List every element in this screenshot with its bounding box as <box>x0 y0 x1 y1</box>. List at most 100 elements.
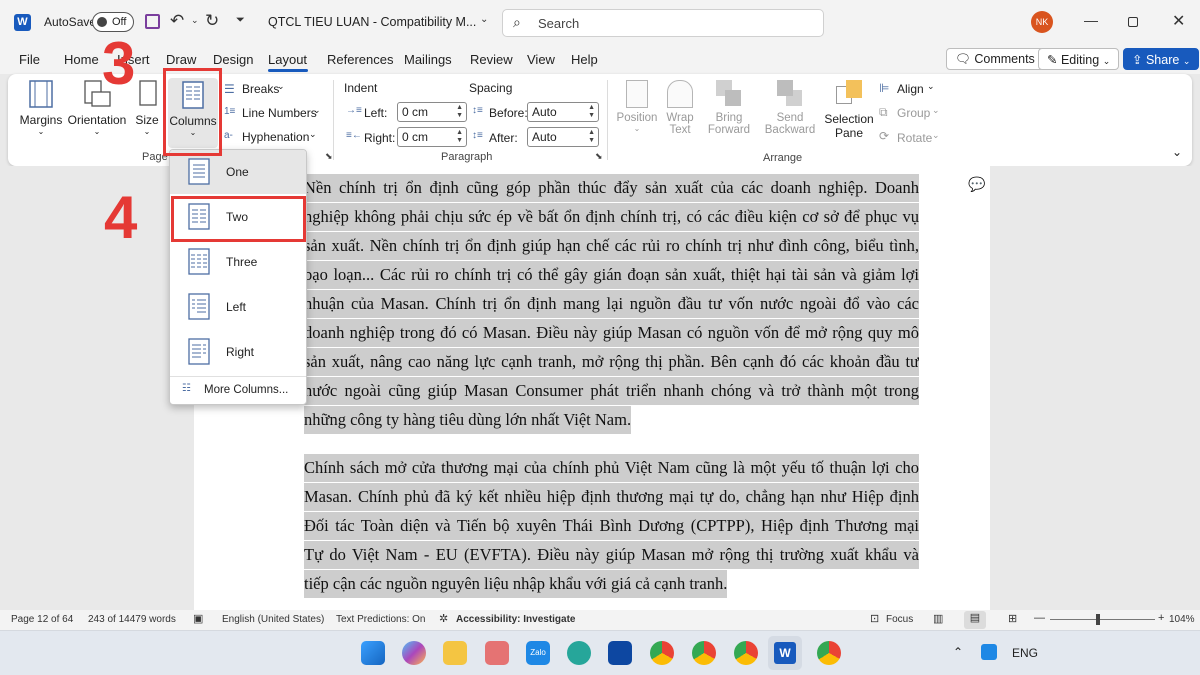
new-comment-icon[interactable]: 💬 <box>968 176 985 193</box>
bring-forward-button[interactable]: Bring Forward <box>704 80 754 136</box>
zoom-level[interactable]: 104% <box>1169 614 1195 625</box>
hyphenation-button[interactable]: Hyphenation <box>242 130 309 144</box>
tab-view[interactable]: View <box>527 52 555 67</box>
chrome-profile-3-icon[interactable] <box>734 641 758 665</box>
group-button[interactable]: Group <box>897 106 930 120</box>
ribbon-collapse-icon[interactable]: ⌄ <box>1172 145 1182 159</box>
text-line[interactable]: nước ngoài cũng giúp Masan Consumer phát… <box>304 377 919 405</box>
customize-toolbar-icon[interactable]: ⏷ <box>236 14 245 27</box>
text-line[interactable]: sản xuất. Nền chính trị ổn định giúp hạn… <box>304 232 919 260</box>
position-button[interactable]: Position ⌄ <box>614 80 660 133</box>
print-layout-icon[interactable]: ▤ <box>964 611 986 629</box>
close-icon[interactable]: ✕ <box>1172 11 1185 31</box>
spinner-icon[interactable]: ▲ ▼ <box>456 104 463 120</box>
more-columns-item[interactable]: ☷ More Columns... <box>170 378 306 404</box>
spinner-icon[interactable]: ▲ ▼ <box>456 129 463 145</box>
spacing-before-input[interactable]: Auto ▲ ▼ <box>527 102 599 122</box>
text-line[interactable]: Chính sách mở cửa thương mại của chính p… <box>304 454 919 482</box>
word-taskbar-icon[interactable]: W <box>768 636 802 670</box>
proofing-icon[interactable]: ▣ <box>193 612 203 625</box>
text-line[interactable]: Nền chính trị ổn định cũng góp phần thúc… <box>304 174 919 202</box>
comments-button[interactable]: 🗨 Comments <box>946 48 1044 70</box>
copilot-icon[interactable] <box>402 641 426 665</box>
align-button[interactable]: Align <box>897 82 924 96</box>
tab-mailings[interactable]: Mailings <box>404 52 452 67</box>
zoom-slider-thumb[interactable] <box>1096 614 1100 625</box>
save-icon[interactable] <box>145 14 160 29</box>
autosave-toggle[interactable]: Off <box>92 12 134 32</box>
text-line[interactable]: doanh nghiệp trong đó có Masan. Điều này… <box>304 319 919 347</box>
share-button[interactable]: ⇪ Share ⌄ <box>1123 48 1200 70</box>
web-layout-icon[interactable]: ⊞ <box>1008 612 1017 625</box>
focus-button[interactable]: Focus <box>886 614 913 625</box>
page-setup-launcher-icon[interactable]: ⬊ <box>325 151 333 162</box>
columns-option-left[interactable]: Left <box>170 285 306 329</box>
zalo-icon[interactable]: Zalo <box>526 641 550 665</box>
selection-pane-button[interactable]: Selection Pane <box>824 80 874 140</box>
indent-left-input[interactable]: 0 cm ▲ ▼ <box>397 102 467 122</box>
tab-file[interactable]: File <box>19 52 40 67</box>
spinner-icon[interactable]: ▲ ▼ <box>588 104 595 120</box>
breaks-button[interactable]: Breaks <box>242 82 279 96</box>
tray-chevron-icon[interactable]: ⌃ <box>953 645 963 659</box>
spinner-icon[interactable]: ▲ ▼ <box>588 129 595 145</box>
defender-icon[interactable] <box>981 644 997 660</box>
text-line[interactable]: những công ty hàng tiêu dùng lớn nhất Vi… <box>304 406 632 434</box>
text-predictions[interactable]: Text Predictions: On <box>336 614 425 625</box>
chrome-icon[interactable] <box>650 641 674 665</box>
store-icon[interactable] <box>608 641 632 665</box>
redo-icon[interactable]: ↻ <box>205 11 219 31</box>
line-numbers-button[interactable]: Line Numbers <box>242 106 317 120</box>
avatar[interactable]: NK <box>1031 11 1053 33</box>
tab-help[interactable]: Help <box>571 52 598 67</box>
minimize-icon[interactable]: — <box>1084 12 1098 28</box>
text-line[interactable]: Đối tác Toàn diện và Tiến bộ xuyên Thái … <box>304 512 919 540</box>
snipping-tool-icon[interactable] <box>485 641 509 665</box>
restore-icon[interactable] <box>1128 17 1138 27</box>
text-line[interactable]: Masan. Chính phủ đã ký kết nhiều hiệp đị… <box>304 483 919 511</box>
editing-button[interactable]: ✎ Editing ⌄ <box>1038 48 1120 70</box>
margins-button[interactable]: Margins ⌄ <box>18 80 64 136</box>
language-indicator[interactable]: English (United States) <box>222 614 324 625</box>
text-line[interactable]: sản xuất, nâng cao năng lực cạnh tranh, … <box>304 348 919 376</box>
zoom-slider[interactable] <box>1050 619 1155 620</box>
language-indicator-tray[interactable]: ENG <box>1012 646 1038 660</box>
search-box[interactable]: ⌕ Search <box>502 9 824 37</box>
zoom-out-icon[interactable]: — <box>1034 612 1045 624</box>
text-line[interactable]: bạo loạn... Các rủi ro chính trị có thể … <box>304 261 919 289</box>
rotate-button[interactable]: Rotate <box>897 131 932 145</box>
tab-layout[interactable]: Layout <box>268 52 307 67</box>
send-backward-button[interactable]: Send Backward <box>760 80 820 136</box>
spacing-after-input[interactable]: Auto ▲ ▼ <box>527 127 599 147</box>
maps-icon[interactable] <box>567 641 591 665</box>
tab-review[interactable]: Review <box>470 52 513 67</box>
tab-draw[interactable]: Draw <box>166 52 196 67</box>
chrome-profile-4-icon[interactable] <box>817 641 841 665</box>
chrome-profile-2-icon[interactable] <box>692 641 716 665</box>
text-line[interactable]: tiếp cận các nguồn nguyên liệu nhập khẩu… <box>304 570 728 598</box>
indent-right-input[interactable]: 0 cm ▲ ▼ <box>397 127 467 147</box>
columns-option-one[interactable]: One <box>170 150 306 194</box>
columns-option-right[interactable]: Right <box>170 330 306 374</box>
spacing-after-value: Auto <box>532 130 557 144</box>
tab-references[interactable]: References <box>327 52 393 67</box>
columns-option-three[interactable]: Three <box>170 240 306 284</box>
undo-dropdown-icon[interactable]: ⌄ <box>191 15 199 26</box>
text-line[interactable]: Tự do Việt Nam - EU (EVFTA). Điều này gi… <box>304 541 919 569</box>
tab-home[interactable]: Home <box>64 52 99 67</box>
wrap-text-button[interactable]: Wrap Text <box>662 80 698 136</box>
zoom-in-icon[interactable]: + <box>1158 612 1164 624</box>
size-button[interactable]: Size ⌄ <box>132 80 162 136</box>
accessibility-status[interactable]: Accessibility: Investigate <box>456 614 576 625</box>
file-explorer-icon[interactable] <box>443 641 467 665</box>
title-dropdown-icon[interactable]: ⌄ <box>480 14 488 25</box>
text-line[interactable]: nghiệp không phải chịu sức ép về bất ổn … <box>304 203 919 231</box>
text-line[interactable]: nhuận của Masan. Chính trị ổn định mang … <box>304 290 919 318</box>
tab-design[interactable]: Design <box>213 52 253 67</box>
start-icon[interactable] <box>361 641 385 665</box>
page-indicator[interactable]: Page 12 of 64 <box>11 614 73 625</box>
read-mode-icon[interactable]: ▥ <box>933 612 943 625</box>
paragraph-launcher-icon[interactable]: ⬊ <box>595 151 603 162</box>
undo-icon[interactable]: ↶ <box>170 11 184 31</box>
word-count[interactable]: 243 of 14479 words <box>88 614 176 625</box>
